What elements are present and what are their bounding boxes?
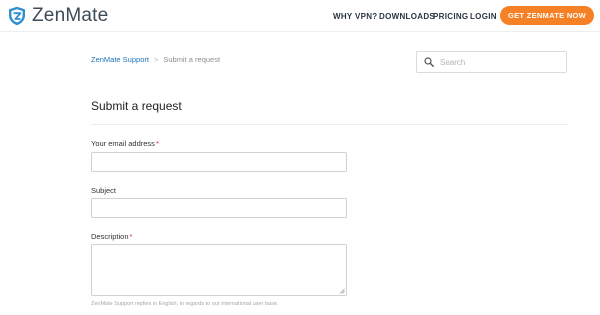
nav-link-downloads[interactable]: DOWNLOADS <box>379 12 435 21</box>
subject-label-text: Subject <box>91 186 117 195</box>
nav-link-pricing[interactable]: PRICING <box>433 12 468 21</box>
search-icon <box>424 57 434 67</box>
nav-item-login[interactable]: LOGIN <box>470 0 497 32</box>
subject-field[interactable] <box>91 198 347 218</box>
get-zenmate-now-button[interactable]: GET ZENMATE NOW <box>500 6 594 25</box>
nav-link-login[interactable]: LOGIN <box>470 12 497 21</box>
breadcrumb-separator: > <box>153 55 159 64</box>
resize-handle-icon[interactable] <box>339 288 345 294</box>
subject-label: Subject <box>91 186 116 195</box>
email-field[interactable] <box>91 152 347 172</box>
nav-item-downloads[interactable]: DOWNLOADS <box>379 0 435 32</box>
email-label: Your email address* <box>91 139 159 148</box>
description-label-text: Description <box>91 232 129 241</box>
title-divider <box>91 124 568 125</box>
email-label-text: Your email address <box>91 139 155 148</box>
nav-item-pricing[interactable]: PRICING <box>433 0 468 32</box>
description-required-mark: * <box>129 232 133 241</box>
description-field[interactable] <box>91 244 347 296</box>
email-required-mark: * <box>155 139 159 148</box>
shield-logo-icon <box>9 6 25 26</box>
brand-name: ZenMate <box>32 5 109 26</box>
description-label: Description* <box>91 232 132 241</box>
page-title: Submit a request <box>91 99 182 113</box>
nav-link-why-vpn[interactable]: WHY VPN? <box>333 12 377 21</box>
breadcrumb-link-support[interactable]: ZenMate Support <box>91 55 149 64</box>
nav-item-why-vpn[interactable]: WHY VPN? <box>333 0 377 32</box>
top-navigation-bar: ZenMate WHY VPN? DOWNLOADS PRICING LOGIN… <box>0 0 600 32</box>
breadcrumb: ZenMate Support > Submit a request <box>91 55 220 64</box>
search-input[interactable] <box>440 57 560 67</box>
brand-logo[interactable]: ZenMate <box>8 5 108 27</box>
breadcrumb-current: Submit a request <box>163 55 221 64</box>
support-language-note: ZenMate Support replies in English, in r… <box>91 301 279 307</box>
search-box[interactable] <box>416 51 567 73</box>
